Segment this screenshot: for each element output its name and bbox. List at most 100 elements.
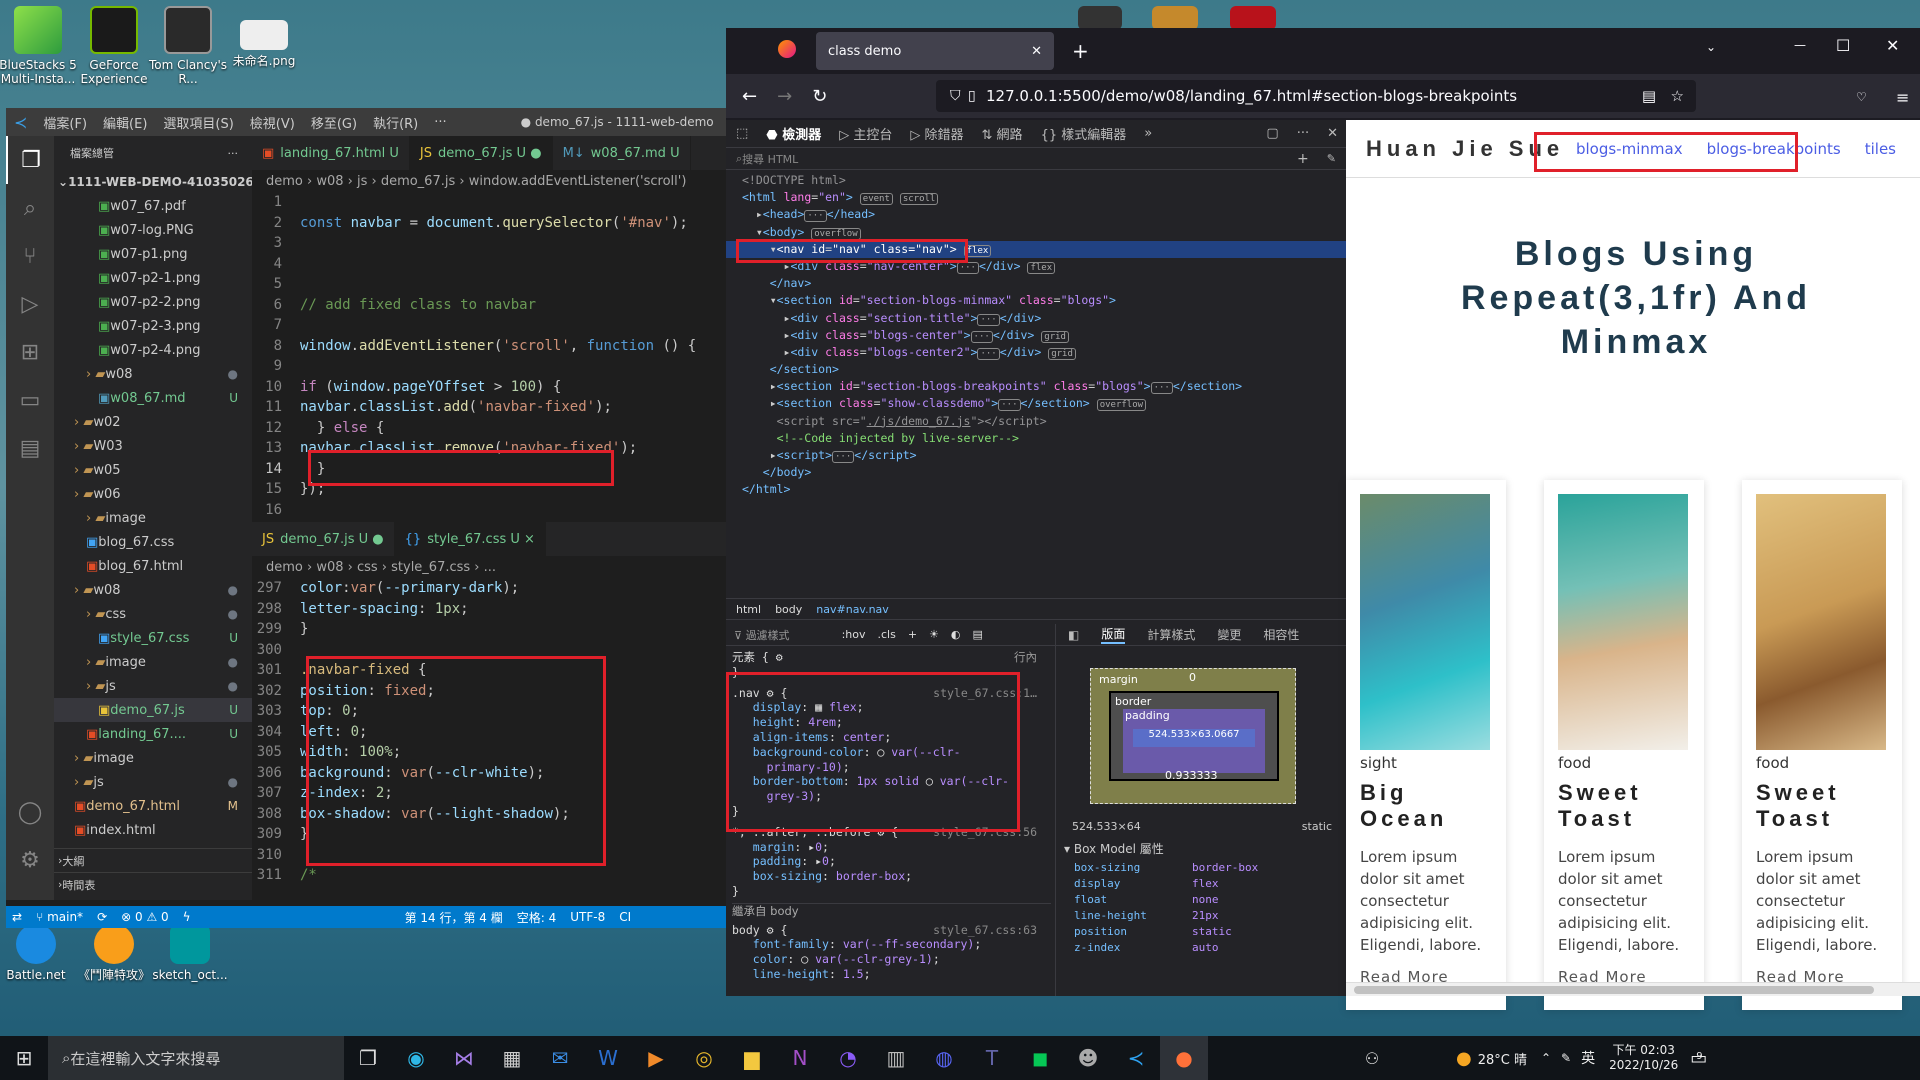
close-devtools-icon[interactable]: ✕ bbox=[1327, 126, 1338, 141]
encoding[interactable]: UTF-8 bbox=[570, 910, 605, 924]
timeline-section[interactable]: › 時間表 bbox=[54, 872, 252, 896]
edge-icon[interactable]: ◉ bbox=[392, 1036, 440, 1080]
explorer-item[interactable]: ▣ w07-p1.png bbox=[54, 242, 252, 266]
explorer-item[interactable]: ▣ style_67.css U bbox=[54, 626, 252, 650]
search-icon[interactable]: ⌕ bbox=[6, 184, 54, 232]
code-editor-js[interactable]: 1 2 const navbar = document. querySelector… bbox=[252, 192, 728, 520]
vscode-taskbar-icon[interactable]: ≺ bbox=[1112, 1036, 1160, 1080]
maximize-button[interactable]: ☐ bbox=[1836, 36, 1850, 55]
calculator-icon[interactable]: ▥ bbox=[872, 1036, 920, 1080]
desktop-icon-sketch[interactable]: sketch_oct... bbox=[150, 924, 230, 982]
firefox-taskbar-icon[interactable]: ● bbox=[1160, 1036, 1208, 1080]
explorer-item[interactable]: › ▰ image ● bbox=[54, 650, 252, 674]
menu-file[interactable]: 檔案(F) bbox=[35, 113, 95, 132]
explorer-item[interactable]: › ▰ W03 bbox=[54, 434, 252, 458]
rules-list[interactable]: 元素 { ⚙ 行內 } .nav ⚙ {style_67.css:1… displ… bbox=[726, 646, 1055, 982]
tab-style-css[interactable]: {} style_67.css U × bbox=[394, 522, 546, 556]
menu-more[interactable]: ··· bbox=[426, 115, 454, 130]
url-bar[interactable]: ⛉ ▯ 127.0.0.1:5500/demo/w08/landing_67.h… bbox=[936, 80, 1696, 112]
reader-view-icon[interactable]: ▤ bbox=[1642, 87, 1656, 105]
workspace-root[interactable]: ⌄ 1111-WEB-DEMO-410350267 bbox=[54, 170, 252, 194]
explorer-item[interactable]: › ▰ w05 bbox=[54, 458, 252, 482]
chrome-icon[interactable]: ◎ bbox=[680, 1036, 728, 1080]
people-icon[interactable]: ⚇ bbox=[1348, 1036, 1396, 1080]
light-mode-icon[interactable]: ☀ bbox=[929, 628, 939, 641]
nav-link-blogs-breakpoints[interactable]: blogs-breakpoints bbox=[1707, 140, 1841, 158]
explorer-item[interactable]: ▣ w07-p2-3.png bbox=[54, 314, 252, 338]
explorer-item[interactable]: ▣ w07_67.pdf bbox=[54, 194, 252, 218]
mail-icon[interactable]: ✉ bbox=[536, 1036, 584, 1080]
nav-link-blogs-minmax[interactable]: blogs-minmax bbox=[1576, 140, 1683, 158]
explorer-item[interactable]: ▣ landing_67.... U bbox=[54, 722, 252, 746]
tab-demo-js[interactable]: JS demo_67.js U ● bbox=[409, 136, 553, 170]
dark-mode-icon[interactable]: ◐ bbox=[951, 628, 961, 641]
taskbar-pinned-game-icon[interactable] bbox=[1152, 6, 1198, 30]
crumb-nav[interactable]: nav#nav.nav bbox=[816, 603, 889, 616]
eyedropper-icon[interactable]: ✎ bbox=[1327, 152, 1336, 165]
explorer-item[interactable]: ▣ w07-p2-1.png bbox=[54, 266, 252, 290]
explorer-item[interactable]: › ▰ image bbox=[54, 506, 252, 530]
desktop-icon-png[interactable]: 未命名.png bbox=[224, 20, 304, 68]
explorer-item[interactable]: › ▰ w06 bbox=[54, 482, 252, 506]
explorer-item[interactable]: ▣ index.html bbox=[54, 818, 252, 842]
explorer-icon[interactable]: ❐ bbox=[6, 136, 54, 184]
blog-card[interactable]: food Sweet Toast Lorem ipsum dolor sit a… bbox=[1742, 480, 1902, 1010]
firefox-view-icon[interactable] bbox=[778, 40, 796, 58]
notebook-icon[interactable]: ▤ bbox=[6, 424, 54, 472]
account-icon[interactable]: ◯ bbox=[6, 788, 54, 836]
messenger-icon[interactable]: ◔ bbox=[824, 1036, 872, 1080]
file-explorer-icon[interactable]: ▆ bbox=[728, 1036, 776, 1080]
tab-debugger[interactable]: ▷ 除錯器 bbox=[910, 124, 963, 143]
nav-link-tiles[interactable]: tiles bbox=[1865, 140, 1896, 158]
site-brand[interactable]: Huan Jie Sue bbox=[1366, 136, 1564, 162]
print-icon[interactable]: ▤ bbox=[973, 628, 983, 641]
task-view-icon[interactable]: ❐ bbox=[344, 1036, 392, 1080]
tab-demo-js-2[interactable]: JS demo_67.js U ● bbox=[252, 522, 395, 556]
weather-widget[interactable]: ● 28°C 晴 bbox=[1456, 1048, 1527, 1069]
taskbar-search[interactable]: ⌕ 在這裡輸入文字來搜尋 bbox=[48, 1036, 344, 1080]
close-window-button[interactable]: ✕ bbox=[1886, 36, 1899, 55]
new-tab-button[interactable]: + bbox=[1072, 39, 1089, 63]
desktop-icon-bluestacks[interactable]: BlueStacks 5 Multi-Insta... bbox=[0, 6, 78, 86]
tab-network[interactable]: ⇅ 網路 bbox=[982, 124, 1023, 143]
browser-tab[interactable]: class demo ✕ bbox=[816, 32, 1054, 70]
tab-console[interactable]: ▷ 主控台 bbox=[839, 124, 892, 143]
desktop-icon-overwatch[interactable]: 《鬥陣特攻》 bbox=[74, 924, 154, 982]
filter-styles-input[interactable]: ⊽ 過濾樣式 bbox=[734, 627, 790, 643]
html-search[interactable]: ⌕ 搜尋 HTML + ✎ bbox=[726, 148, 1346, 170]
markup-view[interactable]: <!DOCTYPE html> <html lang="en"> event s… bbox=[726, 170, 1346, 598]
explorer-item[interactable]: › ▰ css ● bbox=[54, 602, 252, 626]
indentation[interactable]: 空格: 4 bbox=[517, 909, 557, 926]
box-model-diagram[interactable]: margin 0 border padding 524.533×63.0667 … bbox=[1090, 668, 1296, 804]
menu-go[interactable]: 移至(G) bbox=[303, 113, 365, 132]
explorer-item[interactable]: › ▰ w02 bbox=[54, 410, 252, 434]
explorer-item[interactable]: › ▰ js ● bbox=[54, 770, 252, 794]
remote-explorer-icon[interactable]: ▭ bbox=[6, 376, 54, 424]
discord-icon[interactable]: ◍ bbox=[920, 1036, 968, 1080]
explorer-item[interactable]: ▣ blog_67.css bbox=[54, 530, 252, 554]
explorer-item[interactable]: › ▰ w08 ● bbox=[54, 362, 252, 386]
eol[interactable]: CI bbox=[619, 910, 631, 924]
forward-icon[interactable]: → bbox=[777, 86, 792, 107]
breadcrumb-2[interactable]: demo › w08 › css › style_67.css › ... bbox=[252, 556, 728, 578]
tab-layout[interactable]: 版面 bbox=[1101, 625, 1126, 644]
clock[interactable]: 下午 02:03 2022/10/26 bbox=[1609, 1043, 1678, 1073]
tab-landing-html[interactable]: ▣ landing_67.html U bbox=[252, 136, 410, 170]
code-editor-css[interactable]: 297 color: var(--primary-dark); 298 lette… bbox=[252, 578, 728, 886]
devtools-menu-icon[interactable]: ··· bbox=[1297, 126, 1309, 141]
pen-icon[interactable]: ✎ bbox=[1561, 1051, 1571, 1065]
tab-changes[interactable]: 變更 bbox=[1217, 626, 1241, 643]
branch-indicator[interactable]: ⑂ main* bbox=[36, 910, 83, 924]
tab-style-editor[interactable]: {} 樣式編輯器 bbox=[1041, 124, 1127, 143]
explorer-item[interactable]: ▣ w07-p2-2.png bbox=[54, 290, 252, 314]
breadcrumb[interactable]: demo › w08 › js › demo_67.js › window.ad… bbox=[252, 170, 728, 192]
explorer-item[interactable]: ▣ w07-p2-4.png bbox=[54, 338, 252, 362]
cursor-position[interactable]: 第 14 行，第 4 欄 bbox=[405, 909, 503, 926]
source-control-icon[interactable]: ⑂ bbox=[6, 232, 54, 280]
start-button[interactable]: ⊞ bbox=[0, 1036, 48, 1080]
app-icon[interactable]: ☻ bbox=[1064, 1036, 1112, 1080]
add-node-icon[interactable]: + bbox=[1297, 151, 1309, 167]
explorer-item[interactable]: ▣ blog_67.html bbox=[54, 554, 252, 578]
sync-icon[interactable]: ⟳ bbox=[97, 910, 107, 924]
list-tabs-icon[interactable]: ⌄ bbox=[1706, 40, 1716, 54]
